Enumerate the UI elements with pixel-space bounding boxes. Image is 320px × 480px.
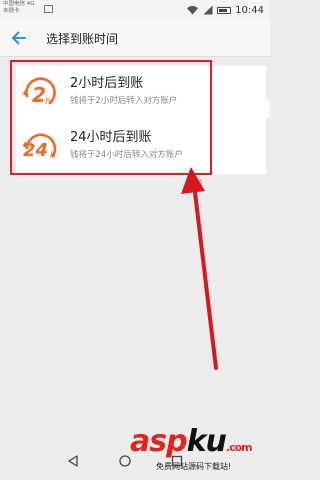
image-notification-icon	[44, 5, 53, 13]
nav-recent-apps-icon[interactable]	[170, 454, 184, 468]
carrier-name: 中国电信 4G	[3, 1, 35, 7]
page-title: 选择到账时间	[46, 32, 119, 46]
carrier-info: 中国电信 4G 未插卡	[3, 1, 35, 15]
app-header: 选择到账时间	[0, 20, 270, 57]
sim-status: 未插卡	[3, 8, 20, 14]
system-nav-bar	[0, 446, 270, 480]
wifi-icon	[187, 6, 199, 15]
nav-back-icon[interactable]	[66, 454, 80, 468]
status-bar: 中国电信 4G 未插卡 10:44	[0, 0, 270, 20]
nav-home-icon[interactable]	[118, 454, 132, 468]
highlight-annotation-box	[10, 60, 212, 175]
clock-time: 10:44	[235, 4, 264, 16]
arrow-left-icon[interactable]	[9, 28, 29, 48]
battery-icon	[217, 6, 232, 14]
status-icons: 10:44	[186, 3, 264, 17]
red-arrow-annotation-icon	[181, 167, 218, 370]
signal-icon	[203, 5, 213, 15]
